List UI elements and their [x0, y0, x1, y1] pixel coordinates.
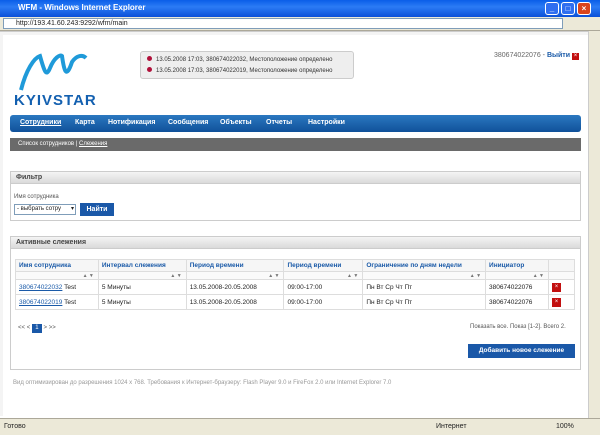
zoom-level[interactable]: 100%	[556, 419, 574, 434]
tracking-title: Активные слежения	[11, 237, 580, 249]
last-page-icon[interactable]: >>	[49, 325, 56, 331]
nav-item-reports[interactable]: Отчеты	[266, 119, 292, 126]
scrollbar[interactable]	[588, 31, 600, 418]
close-icon[interactable]: ×	[572, 53, 580, 60]
nav-item-map[interactable]: Карта	[75, 119, 95, 126]
alert-icon	[147, 56, 152, 61]
user-info: 380674022076 - Выйти ×	[494, 52, 580, 60]
sort-row: ▲ ▼ ▲ ▼ ▲ ▼ ▲ ▼ ▲ ▼ ▲ ▼	[15, 271, 576, 280]
sort-arrows-icon[interactable]: ▲ ▼	[185, 271, 285, 280]
notification-box: 13.05.2008 17:03, 380674022032, Местопол…	[140, 51, 354, 79]
page-number[interactable]: 1	[31, 324, 42, 333]
first-page-icon[interactable]: <<	[18, 325, 25, 331]
footer-text: Вид оптимизирован до разрешения 1024 x 7…	[13, 380, 392, 386]
col-header-days[interactable]: Ограничение по дням недели	[362, 259, 487, 272]
col-header-time[interactable]: Период времени	[283, 259, 364, 272]
prev-page-icon[interactable]: <	[27, 325, 31, 331]
subnav-employee-list[interactable]: Список сотрудников	[18, 141, 74, 147]
chevron-down-icon: ▾	[70, 206, 74, 212]
sort-arrows-icon[interactable]: ▲ ▼	[362, 271, 487, 280]
zone-text: Интернет	[436, 423, 467, 430]
nav-item-notification[interactable]: Нотификация	[108, 119, 155, 126]
alert-icon	[147, 67, 152, 72]
nav-item-employees[interactable]: Сотрудники	[20, 119, 61, 126]
tracking-table: Имя сотрудника Интервал слежения Период …	[15, 259, 576, 310]
pagination-info: Показать все. Показ [1-2]. Всего 2.	[470, 324, 566, 330]
address-bar: http://193.41.60.243:9292/wfm/main	[0, 17, 600, 31]
sort-arrows-icon[interactable]: ▲ ▼	[283, 271, 364, 280]
status-bar: Готово Интернет 100%	[0, 418, 600, 435]
col-header-interval[interactable]: Интервал слежения	[97, 259, 187, 272]
close-button[interactable]: ×	[577, 2, 591, 15]
sort-arrows-icon[interactable]: ▲ ▼	[485, 271, 549, 280]
nav-item-objects[interactable]: Объекты	[220, 119, 252, 126]
address-input[interactable]: http://193.41.60.243:9292/wfm/main	[3, 18, 563, 29]
col-header-period[interactable]: Период времени	[185, 259, 285, 272]
window-title: WFM - Windows Internet Explorer	[18, 3, 146, 12]
maximize-button[interactable]: □	[561, 2, 575, 15]
user-phone: 380674022076	[494, 52, 541, 59]
nav-item-messages[interactable]: Сообщения	[168, 119, 208, 126]
main-nav: Сотрудники Карта Нотификация Сообщения О…	[10, 115, 581, 132]
col-header-name[interactable]: Имя сотрудника	[15, 259, 99, 272]
minimize-button[interactable]: _	[545, 2, 559, 15]
find-button[interactable]: Найти	[80, 203, 114, 216]
col-header-initiator[interactable]: Инициатор	[485, 259, 549, 272]
pagination: << < 1 > >>	[18, 324, 56, 333]
brand-logo-text: KYIVSTAR	[14, 92, 97, 109]
employee-link[interactable]: 380674022019	[19, 299, 62, 306]
status-text: Готово	[4, 423, 26, 430]
employee-select[interactable]: - выбрать сотру ▾	[14, 204, 76, 215]
show-all-link[interactable]: Показать все.	[470, 324, 508, 330]
add-tracking-button[interactable]: Добавить новое слежение	[468, 344, 575, 358]
filter-label: Имя сотрудника	[14, 194, 59, 200]
next-page-icon[interactable]: >	[44, 325, 48, 331]
table-row: 380674022032 Test 5 Минуты 13.05.2008-20…	[15, 279, 576, 295]
col-header-actions	[547, 259, 576, 272]
table-row: 380674022019 Test 5 Минуты 13.05.2008-20…	[15, 294, 576, 310]
delete-icon[interactable]: ×	[551, 297, 561, 307]
sort-arrows-icon[interactable]: ▲ ▼	[97, 271, 187, 280]
subnav-tracking[interactable]: Слежения	[79, 141, 107, 147]
notification-item: 13.05.2008 17:03, 380674022032, Местопол…	[147, 56, 332, 63]
kyivstar-logo-icon	[19, 53, 88, 91]
nav-item-settings[interactable]: Настройки	[308, 119, 345, 126]
notification-item: 13.05.2008 17:03, 380674022019, Местопол…	[147, 67, 332, 74]
logout-link[interactable]: Выйти	[547, 52, 570, 59]
sort-arrows-icon[interactable]: ▲ ▼	[15, 271, 99, 280]
delete-icon[interactable]: ×	[551, 282, 561, 292]
sub-nav: Список сотрудников | Слежения	[10, 138, 581, 151]
employee-link[interactable]: 380674022032	[19, 284, 62, 291]
window-titlebar: WFM - Windows Internet Explorer _ □ ×	[0, 0, 600, 17]
filter-title: Фильтр	[11, 172, 580, 184]
